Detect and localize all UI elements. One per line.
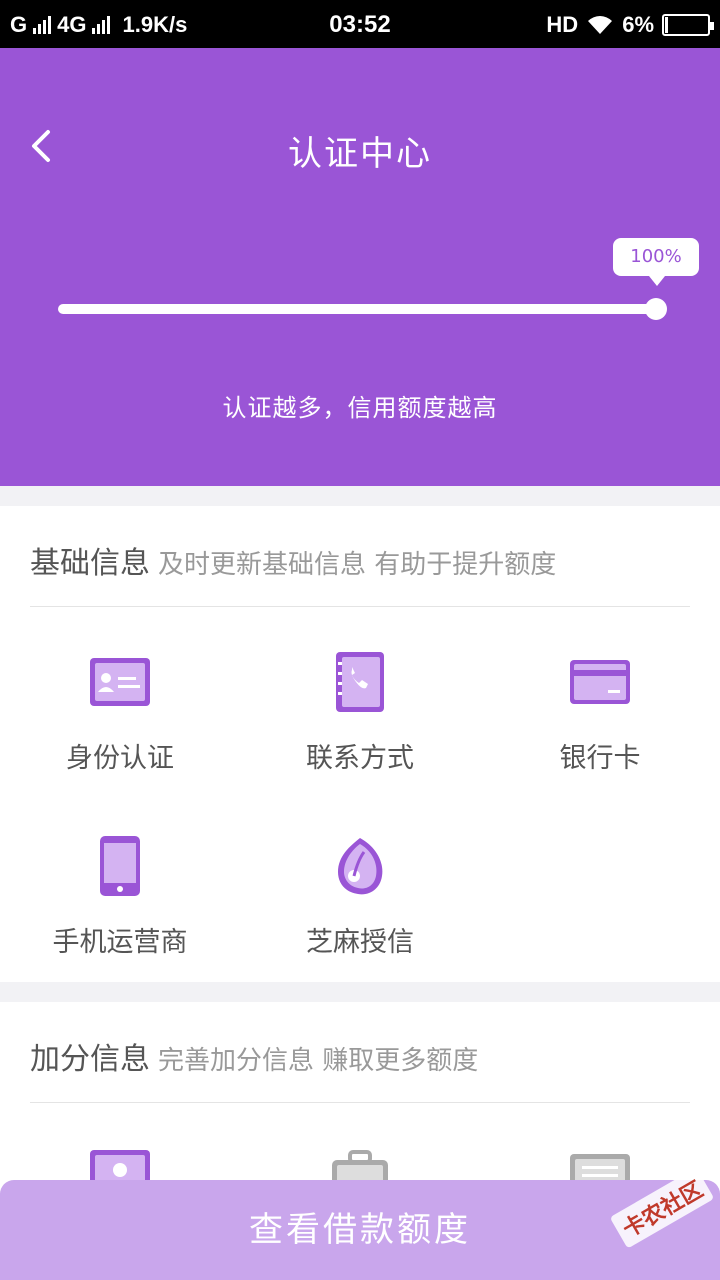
sesame-credit-icon (338, 838, 383, 895)
divider (30, 606, 690, 607)
item-label: 身份认证 (66, 743, 174, 774)
contact-info-item[interactable]: 联系方式 (240, 650, 480, 775)
progress-track (58, 304, 664, 314)
wifi-icon (588, 16, 613, 34)
page-title: 认证中心 (288, 134, 432, 174)
sesame-credit-item[interactable]: 芝麻授信 (240, 834, 480, 959)
id-card-icon (90, 658, 150, 706)
basic-info-section: 基础信息 及时更新基础信息 有助于提升额度 身份认证 联系方式 银行卡 手机运营… (0, 506, 720, 982)
item-label: 手机运营商 (52, 927, 188, 958)
section-title: 加分信息 完善加分信息 赚取更多额度 (30, 1034, 478, 1078)
item-label: 银行卡 (559, 743, 641, 774)
header: 认证中心 100% 认证越多，信用额度越高 (0, 48, 720, 486)
view-loan-limit-button[interactable]: 查看借款额度 (0, 1180, 720, 1280)
basic-info-hint: 及时更新基础信息 有助于提升额度 (158, 550, 557, 580)
bonus-info-title: 加分信息 (30, 1042, 150, 1077)
mobile-phone-icon (100, 836, 140, 896)
hd-indicator: HD (546, 12, 579, 37)
item-label: 联系方式 (306, 743, 414, 774)
battery-icon (662, 14, 714, 36)
bonus-info-hint: 完善加分信息 赚取更多额度 (158, 1046, 479, 1076)
basic-info-title: 基础信息 (30, 546, 150, 581)
progress-knob (645, 298, 667, 320)
divider (30, 1102, 690, 1103)
battery-percent: 6% (622, 12, 654, 37)
status-bar: G 4G 1.9K/s 03:52 HD 6% (0, 0, 720, 48)
section-title: 基础信息 及时更新基础信息 有助于提升额度 (30, 538, 556, 582)
item-label: 芝麻授信 (306, 927, 414, 958)
identity-verification-item[interactable]: 身份认证 (0, 650, 240, 775)
mobile-carrier-item[interactable]: 手机运营商 (0, 834, 240, 959)
status-right: HD 6% (546, 12, 714, 38)
phone-book-icon (336, 652, 384, 712)
bank-card-icon (570, 660, 630, 704)
header-subtitle: 认证越多，信用额度越高 (222, 394, 498, 422)
bank-card-item[interactable]: 银行卡 (480, 650, 720, 775)
progress-label: 100% (613, 238, 699, 286)
